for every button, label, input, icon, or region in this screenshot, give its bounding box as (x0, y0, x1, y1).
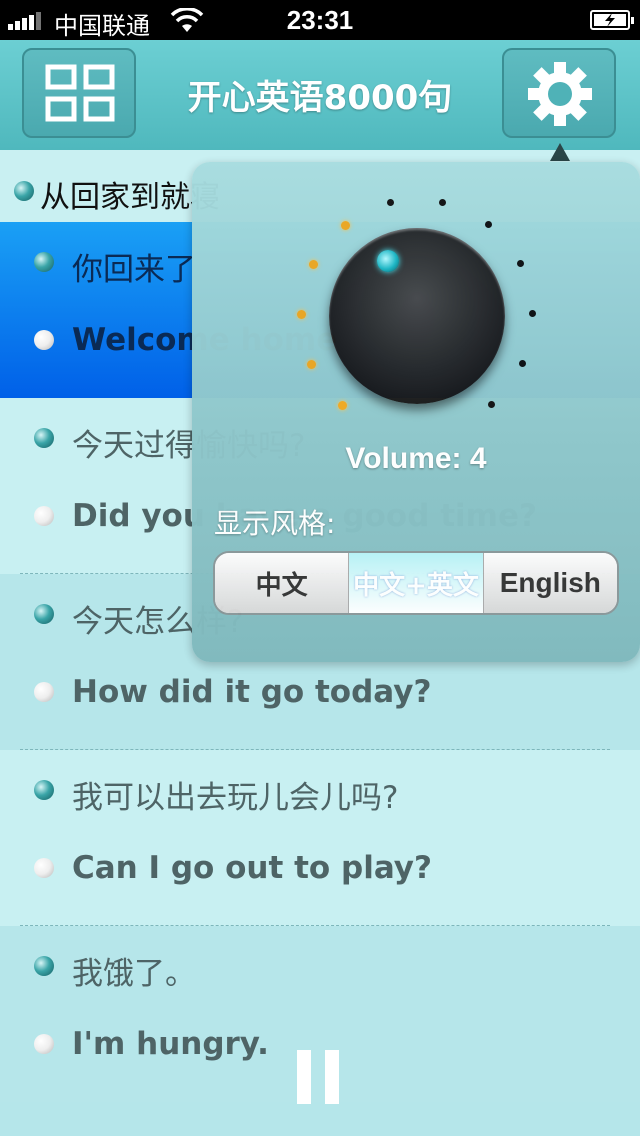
knob-indicator-icon (377, 250, 399, 272)
battery-icon (590, 10, 634, 30)
volume-tick (528, 310, 536, 318)
volume-tick (387, 198, 395, 206)
bullet-icon (34, 956, 54, 976)
bullet-icon (34, 252, 54, 272)
bullet-icon (34, 428, 54, 448)
bullet-icon (34, 604, 54, 624)
sentence-chinese: 你回来了 (72, 252, 196, 288)
sentence-english: I'm hungry. (72, 1026, 269, 1062)
sentence-chinese: 我饿了。 (72, 956, 196, 992)
popover-arrow (550, 143, 570, 161)
sentence-english: Can I go out to play? (72, 850, 432, 886)
volume-tick (484, 220, 492, 228)
bullet-icon (14, 181, 34, 201)
bullet-icon (34, 506, 54, 526)
sentence-chinese: 我可以出去玩儿会儿吗? (72, 780, 399, 816)
volume-tick (518, 360, 526, 368)
style-option-english[interactable]: English (483, 553, 617, 613)
volume-tick (487, 400, 495, 408)
settings-popover: Volume: 4 显示风格: 中文 中文+英文 English (192, 162, 640, 662)
bullet-icon (34, 682, 54, 702)
volume-knob[interactable] (329, 228, 505, 404)
bullet-icon (34, 858, 54, 878)
list-item[interactable]: 我可以出去玩儿会儿吗? Can I go out to play? (0, 750, 640, 926)
bullet-icon (34, 330, 54, 350)
volume-tick (297, 310, 306, 320)
bullet-icon (34, 780, 54, 800)
status-bar: 中国联通 23:31 (0, 0, 640, 40)
settings-button[interactable] (502, 48, 616, 138)
pause-button[interactable] (297, 1050, 341, 1104)
sentence-english: How did it go today? (72, 674, 432, 710)
display-style-label: 显示风格: (214, 507, 336, 540)
style-option-chinese-english[interactable]: 中文+英文 (348, 553, 484, 613)
display-style-control[interactable]: 中文 中文+英文 English (213, 551, 619, 615)
volume-tick (341, 220, 351, 230)
volume-tick (307, 360, 317, 370)
status-time: 23:31 (286, 5, 354, 35)
style-option-chinese[interactable]: 中文 (215, 553, 349, 613)
volume-tick (438, 198, 446, 206)
volume-tick (338, 400, 348, 410)
bullet-icon (34, 1034, 54, 1054)
volume-label: Volume: 4 (345, 442, 487, 475)
nav-bar: 开心英语8000句 (0, 40, 640, 150)
gear-icon (528, 62, 592, 126)
volume-tick (309, 260, 319, 270)
volume-tick (516, 260, 524, 268)
